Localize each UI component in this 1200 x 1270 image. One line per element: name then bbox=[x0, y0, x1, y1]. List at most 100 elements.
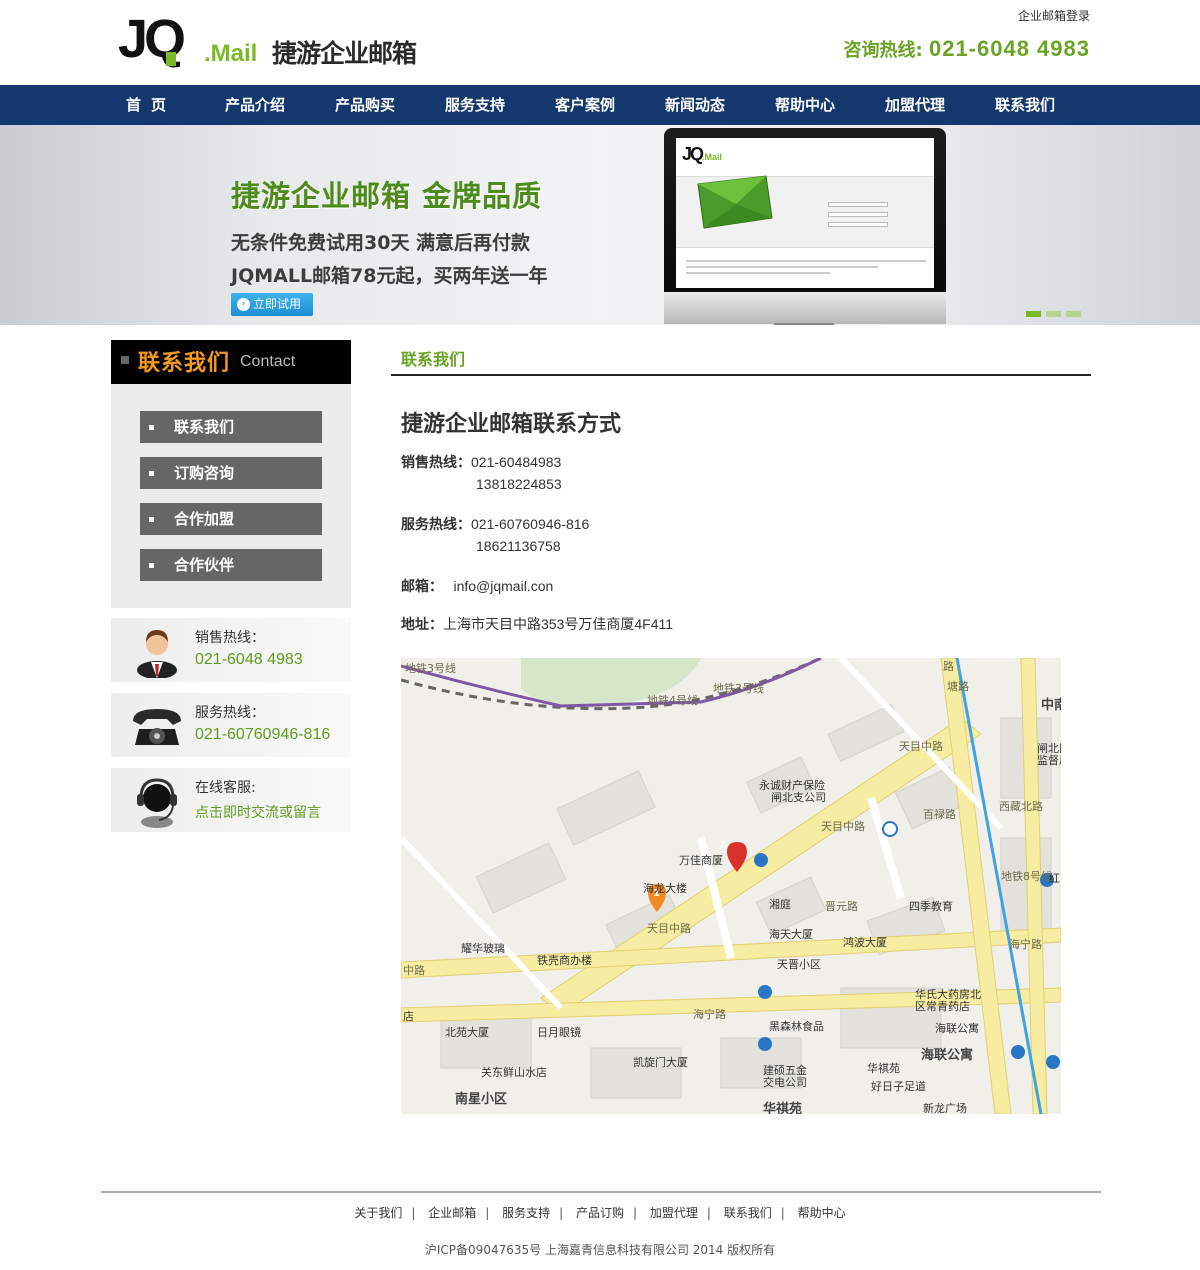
map-label: 地铁3号线 bbox=[713, 682, 764, 695]
service-hotline-label: 服务热线： bbox=[195, 705, 265, 721]
address-contact: 地址：上海市天目中路353号万佳商厦4F411 bbox=[401, 614, 673, 634]
service-hotline-box: 服务热线： 021-60760946-816 bbox=[111, 693, 351, 757]
banner-title: 捷游企业邮箱 金牌品质 bbox=[231, 179, 543, 213]
sidebar-item-order[interactable]: 订购咨询 bbox=[140, 457, 322, 489]
monitor-stand bbox=[774, 323, 834, 325]
map-label: 塘路 bbox=[947, 680, 969, 693]
map-label: 四季教育 bbox=[909, 900, 953, 913]
map-label: 日月眼镜 bbox=[537, 1026, 581, 1039]
footer-sep: | bbox=[559, 1206, 564, 1220]
consult-hotline: 咨询热线: 021-6048 4983 bbox=[843, 36, 1090, 62]
address-value: 上海市天目中路353号万佳商厦4F411 bbox=[443, 616, 674, 632]
mail-login-link[interactable]: 企业邮箱登录 bbox=[1018, 7, 1090, 24]
footer-link-about[interactable]: 关于我们 bbox=[354, 1206, 402, 1220]
service-contact: 服务热线：021-60760946-816 18621136758 bbox=[401, 514, 590, 554]
slide-dot-3[interactable] bbox=[1066, 311, 1081, 317]
footer-link-order[interactable]: 产品订购 bbox=[576, 1206, 624, 1220]
map-label: 好日子足道 bbox=[871, 1080, 926, 1093]
screen-field-pass bbox=[828, 212, 888, 217]
map-label: 天晋小区 bbox=[777, 958, 821, 971]
screen-logo: JQ.Mail bbox=[682, 144, 723, 164]
map-label: 海龙大楼 bbox=[643, 882, 687, 895]
sidebar-header: 联系我们 Contact bbox=[111, 340, 351, 384]
map-label: 耀华玻璃 bbox=[461, 942, 505, 955]
footer-link-help[interactable]: 帮助中心 bbox=[798, 1206, 846, 1220]
try-now-button[interactable]: › 立即试用 bbox=[231, 293, 313, 316]
footer-sep: | bbox=[411, 1206, 416, 1220]
map-label: 凯旋门大厦 bbox=[633, 1056, 688, 1069]
sales-phone-1: 021-60484983 bbox=[471, 454, 562, 470]
sales-phone-2: 13818224853 bbox=[476, 476, 562, 492]
footer-sep: | bbox=[780, 1206, 785, 1220]
sidebar-item-partners[interactable]: 合作伙伴 bbox=[140, 549, 322, 581]
copyright: 沪ICP备09047635号 上海嘉青信息科技有限公司 2014 版权所有 bbox=[424, 1243, 776, 1257]
footer-sep: | bbox=[485, 1206, 490, 1220]
map-label: 海宁路 bbox=[1009, 938, 1042, 951]
map-label: 地铁3号线 bbox=[405, 662, 456, 675]
online-service-link[interactable]: 点击即时交流或留言 bbox=[195, 802, 321, 822]
telephone-icon bbox=[133, 709, 181, 745]
location-map[interactable]: A 1 地铁3号线 地铁4号线 地铁3号线 地铁8号线 永诚财产保险 闸北支公司… bbox=[401, 658, 1061, 1114]
map-label: 店 bbox=[403, 1010, 414, 1023]
nav-home[interactable]: 首页 bbox=[110, 85, 200, 125]
banner-line-trial: 无条件免费试用30天 满意后再付款 bbox=[231, 232, 531, 254]
header: JQ .Mail 捷游企业邮箱 企业邮箱登录 咨询热线: 021-6048 49… bbox=[0, 0, 1200, 85]
slide-dot-2[interactable] bbox=[1046, 311, 1061, 317]
map-label: 海宁路 bbox=[693, 1008, 726, 1021]
nav-contact[interactable]: 联系我们 bbox=[970, 85, 1080, 125]
bullet-icon bbox=[149, 471, 154, 476]
article-title: 捷游企业邮箱联系方式 bbox=[401, 411, 622, 437]
sales-contact: 销售热线：021-60484983 13818224853 bbox=[401, 452, 562, 492]
map-road-baijilu bbox=[867, 796, 905, 900]
sidebar-item-contact[interactable]: 联系我们 bbox=[140, 411, 322, 443]
footer-link-agency[interactable]: 加盟代理 bbox=[650, 1206, 698, 1220]
nav-cases[interactable]: 客户案例 bbox=[530, 85, 640, 125]
map-label: 天目中路 bbox=[899, 740, 943, 753]
nav-help[interactable]: 帮助中心 bbox=[750, 85, 860, 125]
email-contact: 邮箱： info@jqmail.con bbox=[401, 576, 553, 596]
screen-line bbox=[686, 266, 878, 268]
nav-support[interactable]: 服务支持 bbox=[420, 85, 530, 125]
sidebar-item-join[interactable]: 合作加盟 bbox=[140, 503, 322, 535]
nav-product-buy[interactable]: 产品购买 bbox=[310, 85, 420, 125]
nav-agency[interactable]: 加盟代理 bbox=[860, 85, 970, 125]
nav-news[interactable]: 新闻动态 bbox=[640, 85, 750, 125]
square-bullet-icon bbox=[121, 356, 129, 364]
map-label: 海天大厦 bbox=[769, 928, 813, 941]
footer-link-mail[interactable]: 企业邮箱 bbox=[428, 1206, 476, 1220]
slide-dot-1[interactable] bbox=[1026, 311, 1041, 317]
screen-line bbox=[686, 272, 830, 274]
map-label: 天目中路 bbox=[821, 820, 865, 833]
monitor-screen: JQ.Mail bbox=[676, 138, 934, 288]
map-label: 关东鲜山水店 bbox=[481, 1066, 547, 1079]
map-label: 万佳商厦 bbox=[679, 854, 723, 867]
address-label: 地址： bbox=[401, 617, 443, 633]
map-label: 海联公寓 bbox=[921, 1048, 974, 1063]
bullet-icon bbox=[149, 563, 154, 568]
email-address[interactable]: info@jqmail.con bbox=[453, 578, 553, 594]
map-label: 闸北支公司 bbox=[771, 791, 826, 804]
hotline-label: 咨询热线: bbox=[843, 40, 923, 61]
map-label: 湘庭 bbox=[769, 898, 791, 911]
footer-link-contact[interactable]: 联系我们 bbox=[724, 1206, 772, 1220]
online-service-box[interactable]: 在线客服: 点击即时交流或留言 bbox=[111, 768, 351, 832]
map-label: 鸿波大厦 bbox=[843, 936, 887, 949]
map-label: 监督局 bbox=[1037, 754, 1061, 767]
sidebar-title: 联系我们 bbox=[138, 351, 231, 376]
online-service-label: 在线客服: bbox=[195, 780, 256, 796]
hero-banner[interactable]: 捷游企业邮箱 金牌品质 无条件免费试用30天 满意后再付款 JQMALL邮箱78… bbox=[0, 125, 1200, 325]
service-phone-1: 021-60760946-816 bbox=[471, 516, 590, 532]
email-label: 邮箱： bbox=[401, 579, 443, 595]
map-label: 中路 bbox=[403, 964, 425, 977]
footer-link-support[interactable]: 服务支持 bbox=[502, 1206, 550, 1220]
nav-product-intro[interactable]: 产品介绍 bbox=[200, 85, 310, 125]
footer-links: 关于我们 | 企业邮箱 | 服务支持 | 产品订购 | 加盟代理 | 联系我们 | 帮助中心 bbox=[0, 1204, 1200, 1221]
bullet-icon bbox=[149, 517, 154, 522]
map-label: 西藏北路 bbox=[999, 800, 1043, 813]
map-label: 区常青药店 bbox=[915, 1000, 970, 1013]
footer-sep: | bbox=[706, 1206, 711, 1220]
sales-label: 销售热线： bbox=[401, 455, 471, 471]
arrow-circle-icon: › bbox=[237, 298, 250, 311]
sidebar-title-en: Contact bbox=[240, 353, 296, 370]
service-phone-2: 18621136758 bbox=[476, 538, 561, 554]
